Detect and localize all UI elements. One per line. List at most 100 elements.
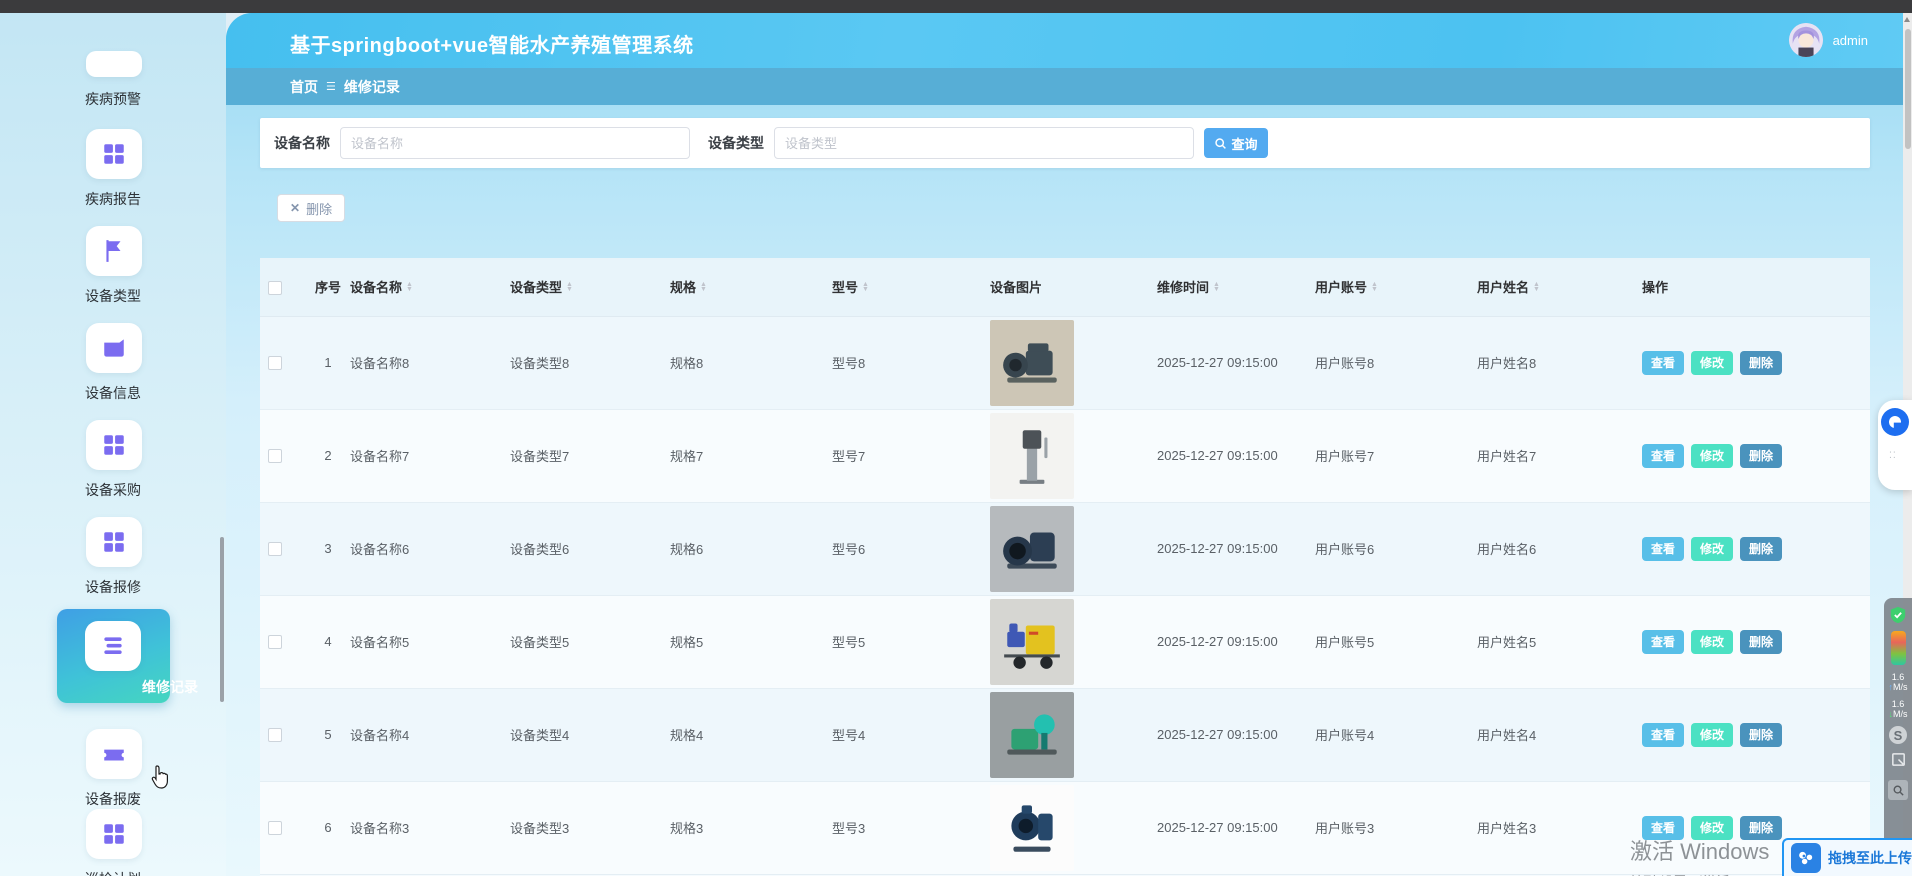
breadcrumb-current: 维修记录 bbox=[344, 77, 400, 97]
content-area: 基于springboot+vue智能水产养殖管理系统 admin 首页 ☰ 维修… bbox=[226, 13, 1912, 876]
table-row: 5 设备名称4 设备类型4 规格4 型号4 2025-12-27 09:15:0… bbox=[260, 688, 1870, 781]
sidebar-scrollbar[interactable] bbox=[220, 537, 224, 702]
security-shield-icon[interactable] bbox=[1889, 606, 1907, 624]
edit-button[interactable]: 修改 bbox=[1691, 723, 1733, 747]
netdisk-upload-widget[interactable]: 拖拽至此上传 bbox=[1782, 838, 1912, 876]
drag-handle-icon[interactable]: ⁚⁚ bbox=[1889, 452, 1897, 459]
grid-icon bbox=[86, 51, 142, 77]
upload-speed: 1.6↑M/s bbox=[1889, 672, 1908, 692]
mouse-cursor bbox=[148, 764, 172, 790]
sort-icon[interactable]: ▲▼ bbox=[406, 282, 413, 292]
assistant-float-button[interactable]: ⁚⁚ bbox=[1878, 400, 1912, 490]
row-checkbox[interactable] bbox=[268, 356, 282, 370]
col-header-photo: 设备图片 bbox=[990, 280, 1042, 295]
flag-icon bbox=[86, 226, 142, 276]
screen: 疾病预警 疾病报告 设备类型 设备信息 设备采购 bbox=[0, 0, 1912, 876]
select-all-checkbox[interactable] bbox=[268, 281, 282, 295]
device-photo[interactable] bbox=[990, 413, 1074, 499]
breadcrumb: 首页 ☰ 维修记录 bbox=[226, 68, 1912, 105]
search-tool-icon[interactable] bbox=[1888, 780, 1908, 800]
delete-button[interactable]: 删除 bbox=[1740, 630, 1782, 654]
sidebar-item-label: 设备信息 bbox=[0, 383, 226, 403]
records-table: 序号 设备名称 ▲▼ 设备类型 ▲▼ 规格 ▲▼ 型号 ▲▼ 设备图片 维修时间 ▲▼ 用… bbox=[260, 258, 1870, 876]
device-photo[interactable] bbox=[990, 785, 1074, 871]
sidebar-item-label: 设备报修 bbox=[0, 577, 226, 597]
col-header-actions: 操作 bbox=[1642, 280, 1668, 295]
scrollbar-thumb[interactable] bbox=[1905, 29, 1911, 149]
sort-icon[interactable]: ▲▼ bbox=[862, 282, 869, 292]
desktop-widget-panel: 1.6↑M/s 1.6↓M/s S bbox=[1884, 598, 1912, 852]
edit-button[interactable]: 修改 bbox=[1691, 630, 1733, 654]
ticket-icon bbox=[86, 729, 142, 779]
sort-icon[interactable]: ▲▼ bbox=[700, 282, 707, 292]
upload-label: 拖拽至此上传 bbox=[1828, 848, 1912, 868]
device-photo[interactable] bbox=[990, 692, 1074, 778]
col-header-name: 设备名称 bbox=[350, 277, 402, 296]
device-photo[interactable] bbox=[990, 506, 1074, 592]
device-photo[interactable] bbox=[990, 320, 1074, 406]
screenshot-icon[interactable] bbox=[1890, 751, 1907, 773]
grid-icon bbox=[86, 809, 142, 859]
user-menu[interactable]: admin bbox=[1789, 23, 1868, 57]
col-header-spec: 规格 bbox=[670, 277, 696, 296]
delete-button[interactable]: 删除 bbox=[1740, 351, 1782, 375]
sidebar-item-repair-record[interactable]: 维修记录 bbox=[57, 609, 170, 703]
username-label: admin bbox=[1833, 33, 1868, 48]
device-type-input[interactable] bbox=[774, 127, 1194, 159]
col-header-index: 序号 bbox=[315, 280, 341, 295]
netdisk-icon bbox=[1791, 843, 1821, 873]
performance-meter-icon[interactable] bbox=[1891, 631, 1906, 665]
sogou-icon[interactable]: S bbox=[1889, 726, 1907, 744]
table-row: 6 设备名称3 设备类型3 规格3 型号3 2025-12-27 09:15:0… bbox=[260, 781, 1870, 874]
windows-activate-watermark: 激活 Windows 转到“设置”以激活 Windows bbox=[1630, 834, 1786, 876]
sort-icon[interactable]: ▲▼ bbox=[566, 282, 573, 292]
sort-icon[interactable]: ▲▼ bbox=[1371, 282, 1378, 292]
sidebar-item-label: 巡检计划 bbox=[0, 869, 226, 876]
col-header-model: 型号 bbox=[832, 277, 858, 296]
table-row: 4 设备名称5 设备类型5 规格5 型号5 2025-12-27 09:15:0… bbox=[260, 595, 1870, 688]
assistant-icon bbox=[1881, 408, 1909, 436]
table-row: 3 设备名称6 设备类型6 规格6 型号6 2025-12-27 09:15:0… bbox=[260, 502, 1870, 595]
col-header-time: 维修时间 bbox=[1157, 277, 1209, 296]
device-type-label: 设备类型 bbox=[708, 133, 764, 153]
view-button[interactable]: 查看 bbox=[1642, 630, 1684, 654]
edit-button[interactable]: 修改 bbox=[1691, 537, 1733, 561]
delete-button[interactable]: 删除 bbox=[1740, 444, 1782, 468]
view-button[interactable]: 查看 bbox=[1642, 723, 1684, 747]
view-button[interactable]: 查看 bbox=[1642, 444, 1684, 468]
col-header-type: 设备类型 bbox=[510, 277, 562, 296]
breadcrumb-home[interactable]: 首页 bbox=[290, 77, 318, 97]
app-header: 基于springboot+vue智能水产养殖管理系统 admin bbox=[226, 13, 1912, 68]
device-name-input[interactable] bbox=[340, 127, 690, 159]
sidebar-item-label: 疾病报告 bbox=[0, 189, 226, 209]
delete-button[interactable]: 删除 bbox=[1740, 723, 1782, 747]
os-topbar bbox=[0, 0, 1912, 13]
view-button[interactable]: 查看 bbox=[1642, 537, 1684, 561]
query-button[interactable]: 查询 bbox=[1204, 128, 1268, 158]
close-icon: ✕ bbox=[290, 201, 300, 215]
wallet-icon bbox=[86, 323, 142, 373]
sidebar-item-label: 设备类型 bbox=[0, 286, 226, 306]
sort-icon[interactable]: ▲▼ bbox=[1533, 282, 1540, 292]
row-checkbox[interactable] bbox=[268, 821, 282, 835]
edit-button[interactable]: 修改 bbox=[1691, 444, 1733, 468]
scroll-up-arrow[interactable] bbox=[1904, 17, 1910, 22]
view-button[interactable]: 查看 bbox=[1642, 351, 1684, 375]
delete-button[interactable]: 删除 bbox=[1740, 537, 1782, 561]
table-row: 2 设备名称7 设备类型7 规格7 型号7 2025-12-27 09:15:0… bbox=[260, 409, 1870, 502]
row-checkbox[interactable] bbox=[268, 728, 282, 742]
col-header-username: 用户姓名 bbox=[1477, 277, 1529, 296]
grid-icon bbox=[86, 517, 142, 567]
row-checkbox[interactable] bbox=[268, 449, 282, 463]
avatar[interactable] bbox=[1789, 23, 1823, 57]
batch-delete-button[interactable]: ✕ 删除 bbox=[277, 194, 345, 222]
download-speed: 1.6↓M/s bbox=[1889, 699, 1908, 719]
table-row: 1 设备名称8 设备类型8 规格8 型号8 2025-12-27 09:15:0… bbox=[260, 316, 1870, 409]
sidebar-item-label: 疾病预警 bbox=[0, 89, 226, 109]
sort-icon[interactable]: ▲▼ bbox=[1213, 282, 1220, 292]
edit-button[interactable]: 修改 bbox=[1691, 351, 1733, 375]
row-checkbox[interactable] bbox=[268, 635, 282, 649]
device-photo[interactable] bbox=[990, 599, 1074, 685]
row-checkbox[interactable] bbox=[268, 542, 282, 556]
col-header-account: 用户账号 bbox=[1315, 277, 1367, 296]
